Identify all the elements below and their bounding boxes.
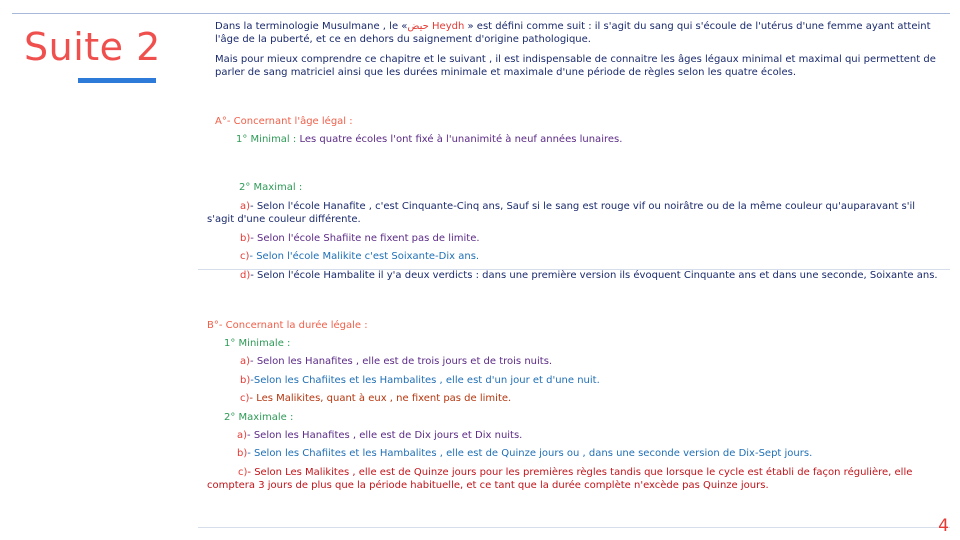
item-letter: d) — [240, 270, 251, 281]
top-divider — [12, 13, 950, 14]
section-b-heading: B°- Concernant la durée légale : — [207, 320, 368, 331]
intro-p1-pre: Dans la terminologie Musulmane , le « — [215, 21, 408, 32]
title-underline — [78, 78, 156, 83]
item-letter: a) — [240, 356, 251, 367]
section-a-maximal-label: 2° Maximal : — [239, 182, 303, 193]
item-text: - Selon l'école Hanafite , c'est Cinquan… — [207, 201, 916, 225]
section-a-item-b: b)- Selon l'école Shafiite ne fixent pas… — [240, 232, 480, 245]
item-letter: b) — [237, 448, 248, 459]
bottom-divider — [198, 527, 950, 528]
item-letter: a) — [240, 201, 251, 212]
item-text: -Selon les Chafiites et les Hambalites ,… — [250, 375, 600, 386]
section-b-maximal-label: 2° Maximale : — [224, 412, 294, 423]
item-text: - Selon les Hanafites , elle est de Dix … — [247, 430, 523, 441]
intro-paragraph-2: Mais pour mieux comprendre ce chapitre e… — [215, 54, 936, 78]
item-letter: c) — [240, 251, 250, 262]
section-b-max-item-b: b)- Selon les Chafiites et les Hambalite… — [237, 447, 812, 460]
item-text: - Selon Les Malikites , elle est de Quin… — [207, 467, 913, 491]
section-a-minimal-text: Les quatre écoles l'ont fixé à l'unanimi… — [296, 134, 623, 145]
item-text: - Selon l'école Shafiite ne fixent pas d… — [250, 233, 480, 244]
section-b-max-item-a: a)- Selon les Hanafites , elle est de Di… — [237, 429, 522, 442]
intro-p1-term: Heydh — [428, 21, 465, 32]
item-letter: c) — [238, 467, 248, 478]
item-text: - Selon les Hanafites , elle est de troi… — [250, 356, 553, 367]
intro-p1-arabic: حيض — [407, 21, 429, 32]
section-a-heading: A°- Concernant l'âge légal : — [215, 116, 353, 127]
item-letter: a) — [237, 430, 248, 441]
section-a-minimal-label: 1° Minimal : — [236, 134, 297, 145]
section-a-item-c: c)- Selon l'école Malikite c'est Soixant… — [240, 250, 479, 263]
section-b-min-item-a: a)- Selon les Hanafites , elle est de tr… — [240, 355, 552, 368]
section-a-minimal: 1° Minimal : Les quatre écoles l'ont fix… — [236, 133, 622, 146]
item-letter: c) — [240, 393, 250, 404]
section-b-max-item-c: c)- Selon Les Malikites , elle est de Qu… — [207, 466, 942, 492]
item-text: - Les Malikites, quant à eux , ne fixent… — [249, 393, 512, 404]
item-text: - Selon l'école Malikite c'est Soixante-… — [249, 251, 480, 262]
item-letter: b) — [240, 375, 251, 386]
section-a-item-a: a)- Selon l'école Hanafite , c'est Cinqu… — [207, 200, 942, 226]
section-b-min-item-c: c)- Les Malikites, quant à eux , ne fixe… — [240, 392, 511, 405]
item-text: - Selon l'école Hambalite il y'a deux ve… — [250, 270, 938, 281]
item-text: - Selon les Chafiites et les Hambalites … — [247, 448, 813, 459]
section-b-minimal-label: 1° Minimale : — [224, 338, 291, 349]
item-letter: b) — [240, 233, 251, 244]
section-a-item-d: d)- Selon l'école Hambalite il y'a deux … — [207, 269, 942, 282]
page-number: 4 — [938, 516, 949, 536]
intro-paragraph-1: Dans la terminologie Musulmane , le «حيض… — [215, 20, 940, 46]
slide-title: Suite 2 — [24, 25, 161, 69]
section-b-min-item-b: b)-Selon les Chafiites et les Hambalites… — [240, 374, 600, 387]
